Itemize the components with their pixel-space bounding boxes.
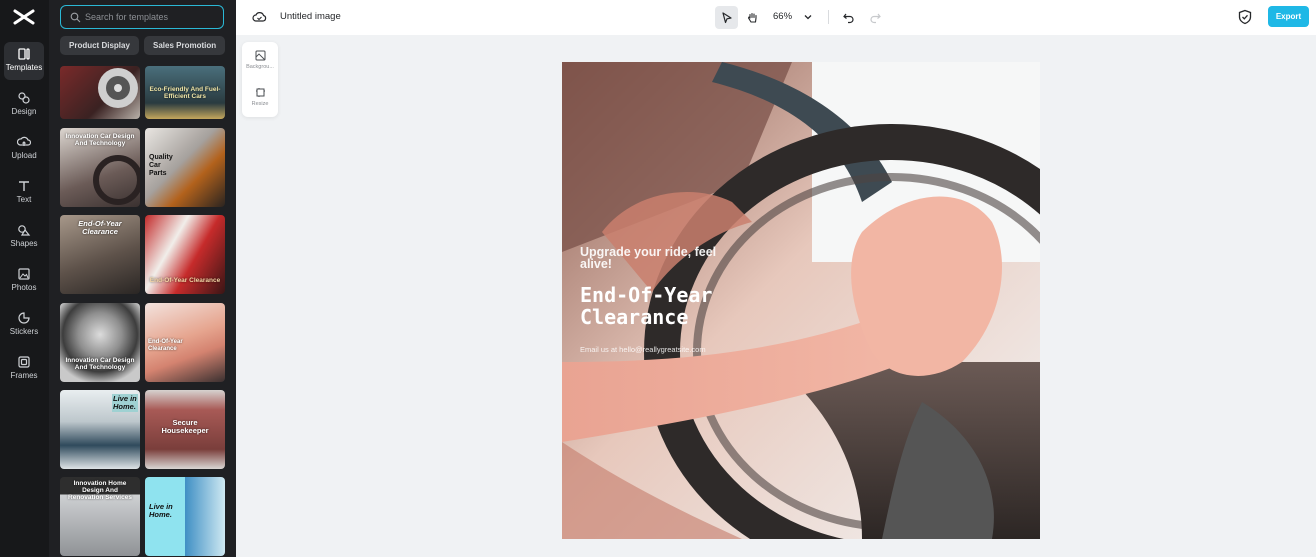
- rail-templates[interactable]: Templates: [4, 42, 44, 80]
- search-icon: [70, 12, 81, 23]
- template-thumb[interactable]: End-Of-Year Clearance: [145, 303, 225, 382]
- upload-icon: [17, 136, 31, 146]
- rail-label: Shapes: [10, 239, 38, 248]
- export-button[interactable]: Export: [1268, 6, 1309, 27]
- rail-frames[interactable]: Frames: [4, 350, 44, 388]
- template-thumb[interactable]: Live in Home.: [145, 477, 225, 556]
- select-tool-button[interactable]: [715, 6, 738, 29]
- template-search-box[interactable]: [60, 5, 224, 29]
- rail-label: Upload: [11, 151, 37, 160]
- template-thumb[interactable]: Quality Car Parts: [145, 128, 225, 207]
- canvas-heading[interactable]: End-Of-Year Clearance: [580, 284, 780, 328]
- redo-icon: [870, 13, 881, 24]
- stickers-icon: [18, 312, 30, 324]
- template-thumb[interactable]: Eco-Friendly And Fuel-Efficient Cars: [145, 66, 225, 119]
- rail-label: Design: [11, 107, 37, 116]
- templates-panel: Product Display Sales Promotion Eco-Frie…: [49, 0, 236, 557]
- hand-icon: [747, 12, 757, 23]
- float-label: Backgrou...: [246, 64, 274, 70]
- template-title: Innovation Car Design And Technology: [65, 357, 135, 371]
- template-thumb[interactable]: [60, 66, 140, 119]
- rail-upload[interactable]: Upload: [4, 130, 44, 168]
- top-toolbar: Untitled image 66% Export: [236, 0, 1316, 35]
- template-title: End-Of-Year Clearance: [78, 219, 122, 236]
- canvas-subheading[interactable]: Upgrade your ride, feel alive!: [580, 246, 740, 271]
- cloud-save-icon[interactable]: [252, 10, 267, 24]
- resize-icon: [255, 88, 265, 97]
- rail-label: Photos: [11, 283, 37, 292]
- rail-shapes[interactable]: Shapes: [4, 218, 44, 256]
- rail-label: Stickers: [9, 327, 39, 336]
- chevron-down-icon[interactable]: [802, 11, 814, 23]
- shapes-icon: [18, 225, 31, 236]
- template-thumb[interactable]: Live in Home.: [60, 390, 140, 469]
- steering-wheel-icon: [93, 155, 140, 205]
- template-title: Quality Car Parts: [149, 154, 173, 177]
- chip-product-display[interactable]: Product Display: [60, 36, 139, 55]
- resize-button[interactable]: Resize: [242, 87, 278, 107]
- hand-tool-button[interactable]: [741, 6, 764, 29]
- photos-icon: [18, 268, 30, 280]
- redo-button[interactable]: [864, 6, 887, 29]
- design-icon: [18, 92, 30, 104]
- toolbar-divider: [828, 10, 829, 24]
- template-thumb[interactable]: Innovation Home Design And Renovation Se…: [60, 477, 140, 556]
- template-title: End-Of-Year Clearance: [149, 277, 221, 284]
- template-title: Innovation Home Design And Renovation Se…: [68, 480, 132, 501]
- template-thumb[interactable]: End-Of-Year Clearance: [145, 215, 225, 294]
- template-thumb[interactable]: Innovation Car Design And Technology: [60, 303, 140, 382]
- undo-icon: [843, 13, 854, 24]
- document-title[interactable]: Untitled image: [280, 11, 341, 22]
- rail-stickers[interactable]: Stickers: [4, 306, 44, 344]
- design-canvas[interactable]: Upgrade your ride, feel alive! End-Of-Ye…: [562, 62, 1040, 539]
- template-title: Eco-Friendly And Fuel-Efficient Cars: [149, 86, 221, 100]
- rail-text[interactable]: Text: [4, 174, 44, 212]
- left-rail: Templates Design Upload Text Shapes Phot…: [0, 0, 49, 557]
- rail-photos[interactable]: Photos: [4, 262, 44, 300]
- frames-icon: [18, 356, 30, 368]
- template-title: End-Of-Year Clearance: [148, 339, 183, 352]
- background-button[interactable]: Backgrou...: [242, 50, 278, 70]
- undo-button[interactable]: [837, 6, 860, 29]
- wheel-icon: [98, 68, 138, 108]
- rail-label: Templates: [5, 63, 43, 72]
- rail-design[interactable]: Design: [4, 86, 44, 124]
- float-label: Resize: [251, 101, 269, 107]
- canvas-options-panel: Backgrou... Resize: [242, 42, 278, 117]
- chip-sales-promotion[interactable]: Sales Promotion: [144, 36, 226, 55]
- zoom-level[interactable]: 66%: [773, 11, 792, 22]
- capcut-logo-icon[interactable]: [13, 8, 35, 26]
- text-icon: [19, 181, 29, 191]
- template-thumb[interactable]: Secure Housekeeper: [145, 390, 225, 469]
- cursor-icon: [722, 12, 732, 24]
- rail-label: Text: [16, 195, 32, 204]
- template-title: Live in Home.: [149, 502, 173, 519]
- templates-icon: [18, 48, 30, 60]
- background-icon: [255, 50, 265, 61]
- template-thumb[interactable]: Innovation Car Design And Technology: [60, 128, 140, 207]
- canvas-email-text[interactable]: Email us at hello@reallygreatsite.com: [580, 345, 706, 354]
- rail-label: Frames: [10, 371, 38, 380]
- shield-check-icon[interactable]: [1238, 9, 1252, 25]
- template-thumb[interactable]: End-Of-Year Clearance: [60, 215, 140, 294]
- template-title: Secure Housekeeper: [161, 418, 209, 435]
- search-input[interactable]: [85, 9, 219, 25]
- template-title: Live in Home.: [112, 394, 138, 412]
